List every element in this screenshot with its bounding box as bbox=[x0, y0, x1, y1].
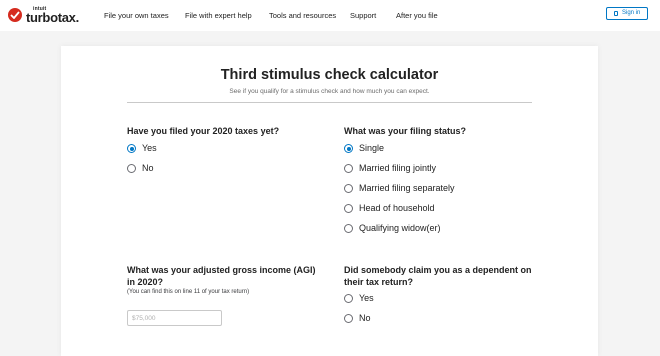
agi-question-line1: What was your adjusted gross income (AGI… bbox=[127, 265, 316, 275]
radio-button[interactable] bbox=[344, 184, 353, 193]
option-label: Married filing separately bbox=[359, 183, 455, 193]
top-nav-bar: intuit turbotax. File your own taxes Fil… bbox=[0, 0, 660, 31]
calculator-card: Third stimulus check calculator See if y… bbox=[61, 46, 598, 356]
divider bbox=[127, 102, 532, 103]
agi-question-line2: in 2020? bbox=[127, 277, 164, 287]
sign-in-label: Sign in bbox=[622, 10, 641, 16]
filed-2020-question: Have you filed your 2020 taxes yet? bbox=[127, 126, 280, 136]
nav-tools-and-resources[interactable]: Tools and resources bbox=[269, 11, 336, 20]
page-title: Third stimulus check calculator bbox=[220, 67, 439, 83]
option-label: Single bbox=[359, 143, 385, 153]
nav-after-you-file[interactable]: After you file bbox=[396, 11, 438, 20]
page-subtitle: See if you qualify for a stimulus check … bbox=[229, 88, 430, 95]
agi-note: (You can find this on line 11 of your ta… bbox=[127, 289, 250, 295]
radio-button[interactable] bbox=[344, 314, 353, 323]
radio-button[interactable] bbox=[344, 164, 353, 173]
agi-input[interactable] bbox=[127, 310, 222, 326]
turbotax-wordmark: turbotax. bbox=[26, 10, 79, 25]
checkmark-icon bbox=[8, 8, 22, 22]
option-label: No bbox=[359, 313, 371, 323]
sign-in-button[interactable]: Sign in bbox=[606, 7, 648, 20]
option-label: Married filing jointly bbox=[359, 163, 437, 173]
radio-button-selected[interactable] bbox=[344, 144, 353, 153]
turbotax-logo[interactable]: intuit turbotax. bbox=[8, 6, 79, 26]
option-label: Head of household bbox=[359, 203, 435, 213]
filing-status-question: What was your filing status? bbox=[344, 126, 467, 136]
dependent-question-line1: Did somebody claim you as a dependent on bbox=[344, 265, 532, 275]
nav-file-your-own-taxes[interactable]: File your own taxes bbox=[104, 11, 169, 20]
nav-support[interactable]: Support bbox=[350, 11, 376, 20]
option-label: Qualifying widow(er) bbox=[359, 223, 441, 233]
nav-file-with-expert-help[interactable]: File with expert help bbox=[185, 11, 252, 20]
radio-button[interactable] bbox=[344, 294, 353, 303]
radio-button[interactable] bbox=[344, 204, 353, 213]
option-label: Yes bbox=[142, 143, 157, 153]
dependent-question-line2: their tax return? bbox=[344, 277, 414, 287]
radio-button-selected[interactable] bbox=[127, 144, 136, 153]
radio-button[interactable] bbox=[127, 164, 136, 173]
lock-icon bbox=[614, 11, 618, 16]
option-label: Yes bbox=[359, 293, 374, 303]
option-label: No bbox=[142, 163, 154, 173]
radio-button[interactable] bbox=[344, 224, 353, 233]
